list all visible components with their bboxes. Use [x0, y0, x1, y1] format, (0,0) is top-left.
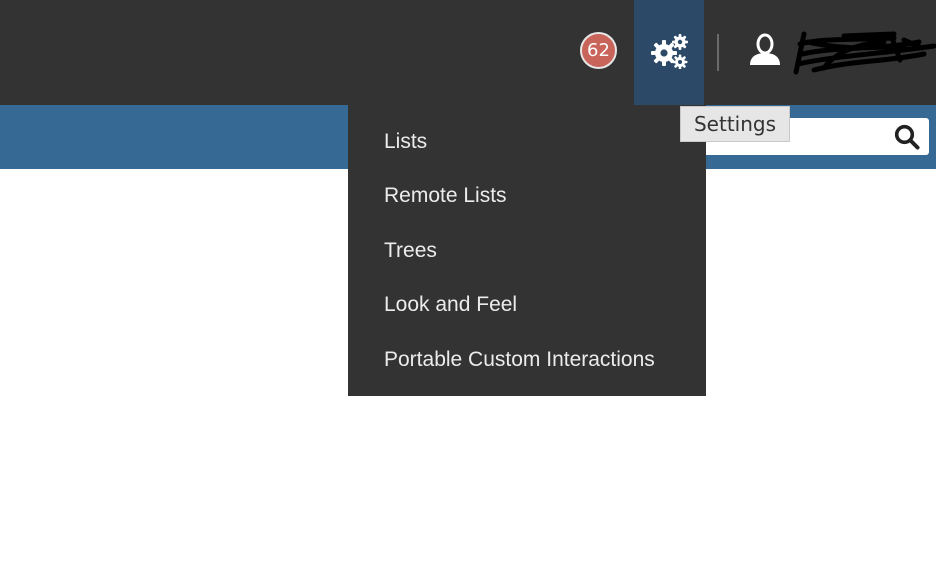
- menu-item-remote-lists[interactable]: Remote Lists: [348, 169, 706, 223]
- settings-button[interactable]: [634, 0, 704, 105]
- user-icon[interactable]: [748, 32, 782, 66]
- settings-tooltip: Settings: [680, 106, 790, 142]
- header-divider: [717, 34, 719, 71]
- redacted-username: [793, 31, 936, 75]
- menu-item-trees[interactable]: Trees: [348, 224, 706, 278]
- search-icon[interactable]: [894, 124, 920, 150]
- menu-item-look-and-feel[interactable]: Look and Feel: [348, 278, 706, 332]
- menu-item-lists[interactable]: Lists: [348, 115, 706, 169]
- settings-dropdown-menu: Lists Remote Lists Trees Look and Feel P…: [348, 105, 706, 396]
- gears-icon: [651, 34, 688, 69]
- menu-item-portable-custom-interactions[interactable]: Portable Custom Interactions: [348, 333, 706, 387]
- notification-badge[interactable]: 62: [580, 32, 617, 69]
- top-navigation-bar: 62: [0, 0, 936, 105]
